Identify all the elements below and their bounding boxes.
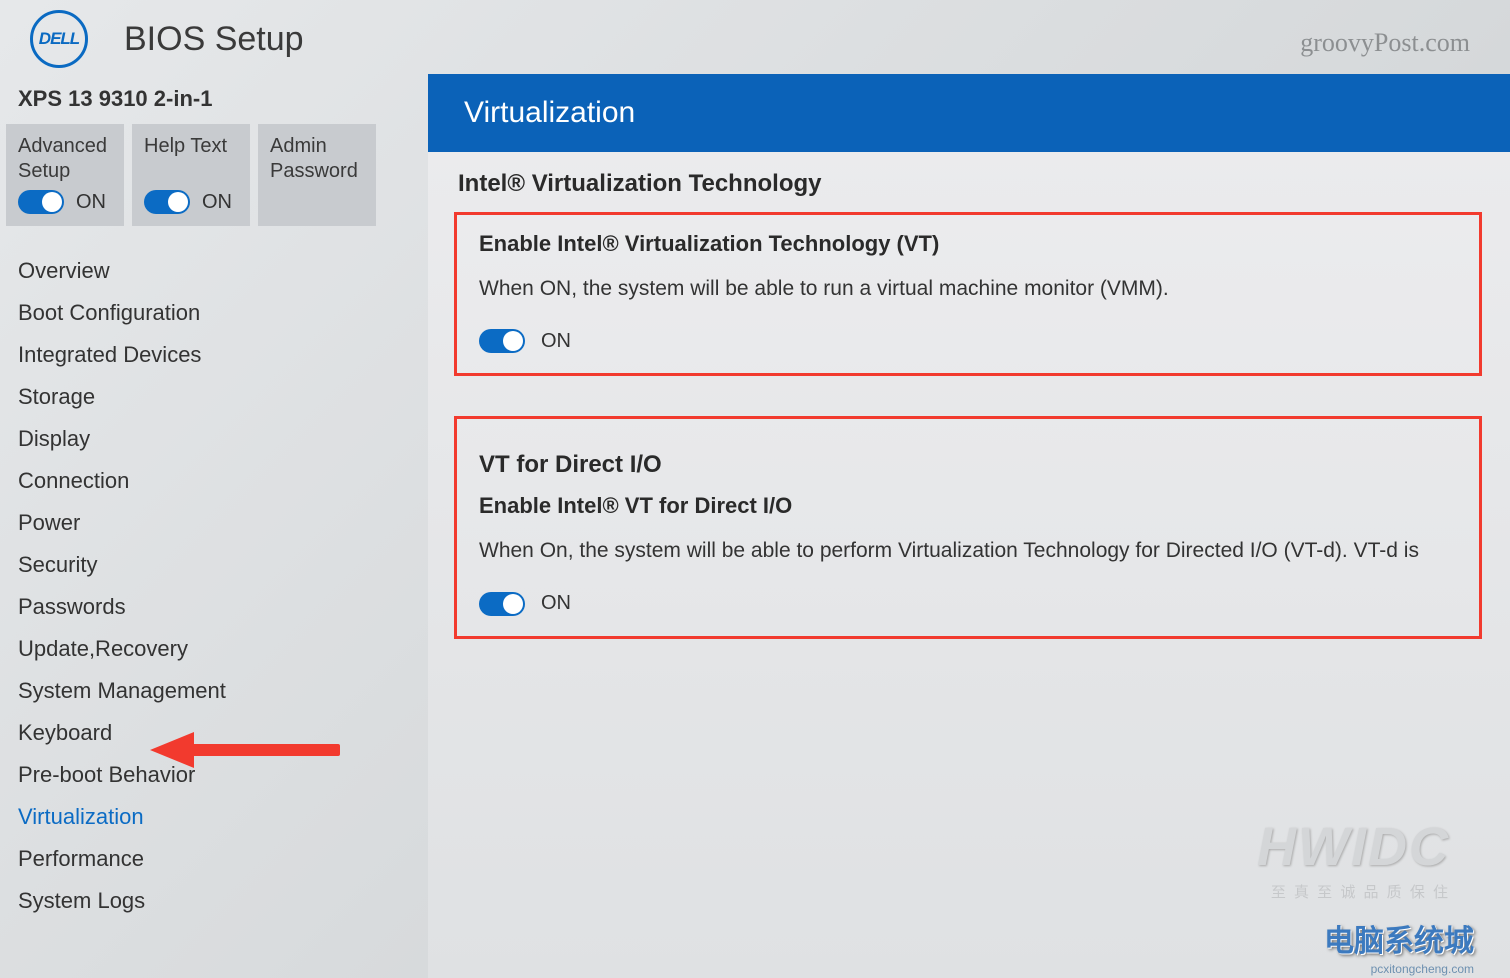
bios-screen: DELL BIOS Setup groovyPost.com XPS 13 93… [0, 0, 1510, 978]
option-desc-vtd: When On, the system will be able to perf… [479, 537, 1457, 565]
sidebar: XPS 13 9310 2-in-1 Advanced Setup ON Hel… [0, 80, 410, 978]
nav-storage[interactable]: Storage [18, 376, 410, 418]
sidebar-toggle-cards: Advanced Setup ON Help Text ON Admin Pas… [0, 124, 410, 250]
option-title-vtd: Enable Intel® VT for Direct I/O [479, 493, 1457, 519]
toggle-vt-state: ON [541, 330, 571, 353]
section-heading-vt: Intel® Virtualization Technology [458, 170, 1482, 198]
card-admin-password[interactable]: Admin Password [258, 124, 376, 226]
toggle-switch-icon[interactable] [18, 190, 64, 214]
dell-logo-icon: DELL [30, 10, 88, 68]
page-title: Virtualization [428, 74, 1510, 152]
card-label: Help Text [144, 134, 236, 159]
nav-overview[interactable]: Overview [18, 250, 410, 292]
nav-virtualization[interactable]: Virtualization [18, 796, 410, 838]
nav-display[interactable]: Display [18, 418, 410, 460]
highlight-box-vt: Enable Intel® Virtualization Technology … [454, 212, 1482, 376]
watermark-cn: 电脑系统城 [1324, 916, 1474, 960]
toggle-switch-icon[interactable] [144, 190, 190, 214]
card-label: Advanced Setup [18, 134, 110, 184]
watermark-hwidc: HWIDC [1257, 816, 1450, 878]
toggle-state: ON [202, 191, 232, 214]
toggle-vtd[interactable] [479, 592, 525, 616]
sidebar-nav: Overview Boot Configuration Integrated D… [0, 250, 410, 922]
highlight-box-vtd: VT for Direct I/O Enable Intel® VT for D… [454, 416, 1482, 638]
nav-system-management[interactable]: System Management [18, 670, 410, 712]
nav-passwords[interactable]: Passwords [18, 586, 410, 628]
card-advanced-setup[interactable]: Advanced Setup ON [6, 124, 124, 226]
watermark-cn-url: pcxitongcheng.com [1371, 962, 1474, 976]
annotation-arrow-icon [150, 738, 350, 764]
toggle-vt[interactable] [479, 329, 525, 353]
watermark-hwidc-sub: 至 真 至 诚 品 质 保 住 [1271, 881, 1450, 902]
section-heading-vtd: VT for Direct I/O [479, 451, 1457, 479]
toggle-state: ON [76, 191, 106, 214]
watermark-groovypost: groovyPost.com [1300, 28, 1470, 58]
card-label: Admin Password [270, 134, 362, 184]
content-area: Intel® Virtualization Technology Enable … [428, 152, 1510, 639]
nav-boot-configuration[interactable]: Boot Configuration [18, 292, 410, 334]
option-title-vt: Enable Intel® Virtualization Technology … [479, 231, 1457, 257]
model-name: XPS 13 9310 2-in-1 [0, 80, 410, 124]
nav-power[interactable]: Power [18, 502, 410, 544]
option-desc-vt: When ON, the system will be able to run … [479, 275, 1457, 303]
nav-system-logs[interactable]: System Logs [18, 880, 410, 922]
nav-update-recovery[interactable]: Update,Recovery [18, 628, 410, 670]
nav-security[interactable]: Security [18, 544, 410, 586]
nav-integrated-devices[interactable]: Integrated Devices [18, 334, 410, 376]
card-help-text[interactable]: Help Text ON [132, 124, 250, 226]
toggle-vtd-state: ON [541, 592, 571, 615]
app-title: BIOS Setup [124, 20, 304, 59]
nav-connection[interactable]: Connection [18, 460, 410, 502]
nav-performance[interactable]: Performance [18, 838, 410, 880]
